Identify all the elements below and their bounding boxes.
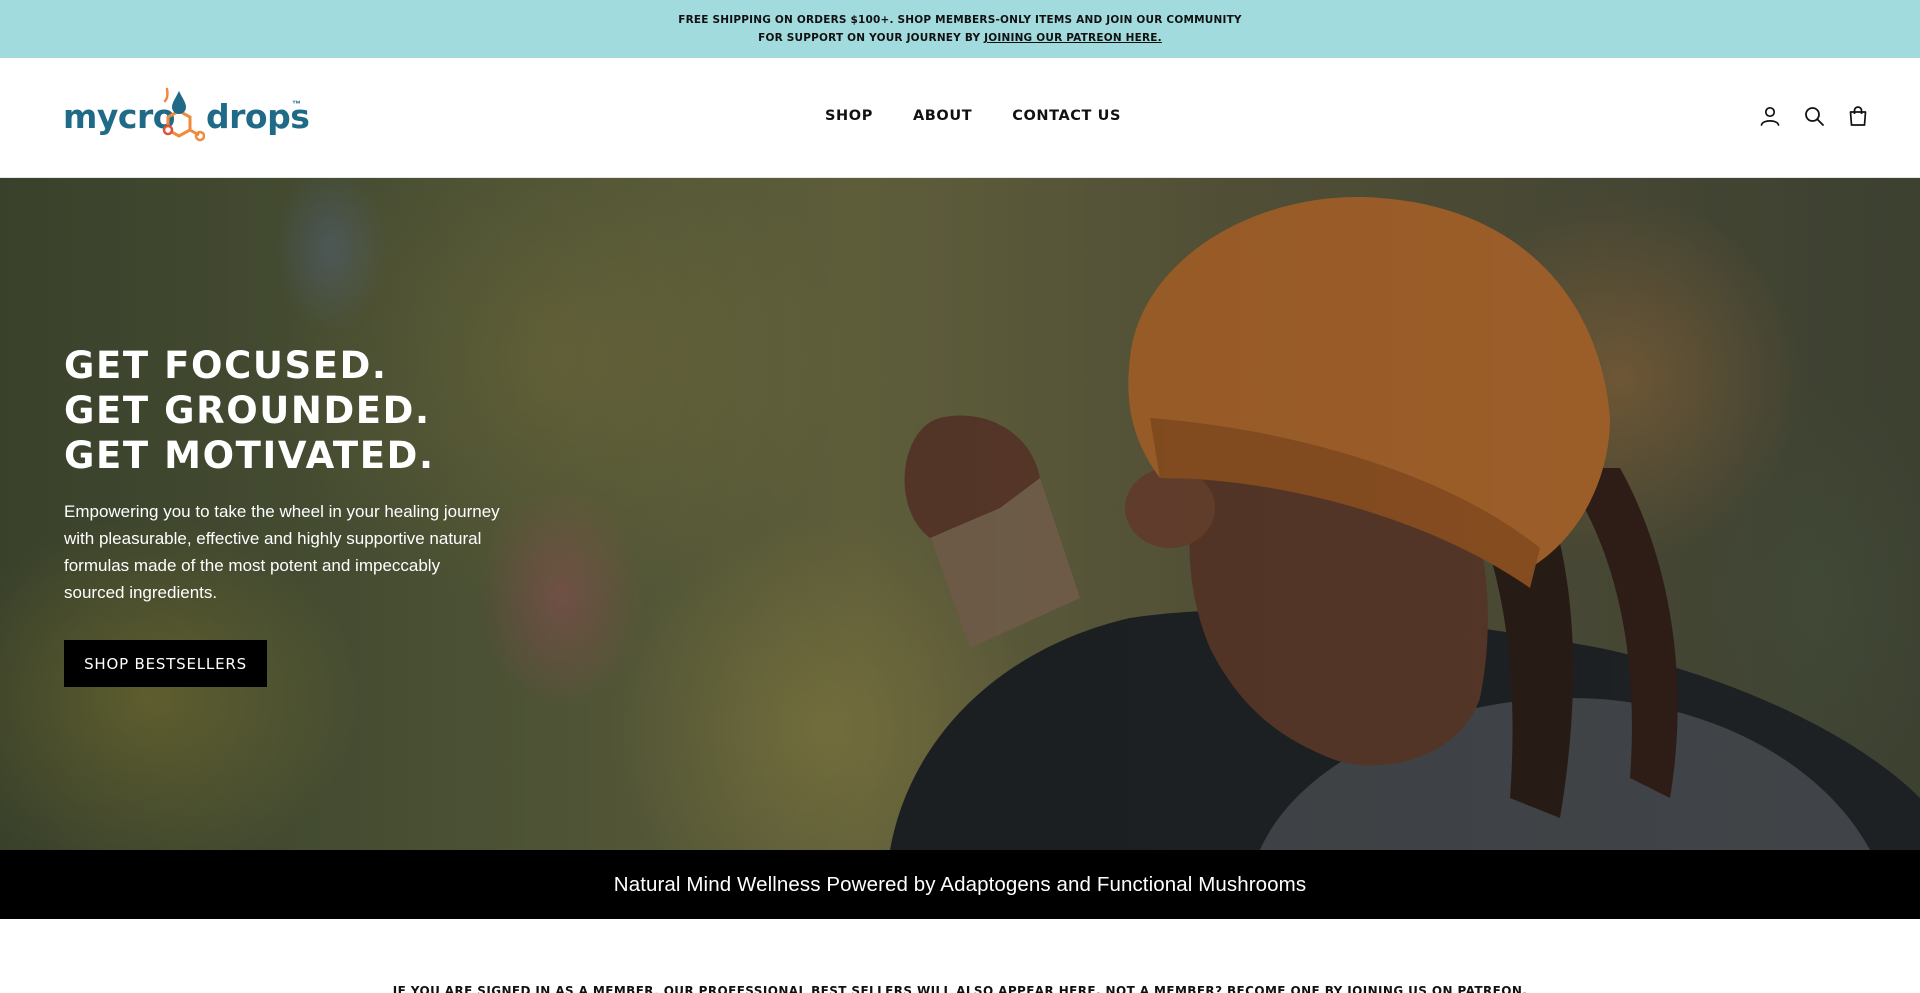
search-icon[interactable] [1802,104,1826,128]
hero-heading-line-2: GET GROUNDED. [64,389,431,432]
nav-item-about[interactable]: ABOUT [913,108,972,124]
tagline-band: Natural Mind Wellness Powered by Adaptog… [0,850,1920,919]
announcement-line-2-prefix: FOR SUPPORT ON YOUR JOURNEY BY [758,32,985,44]
hero-heading-line-1: GET FOCUSED. [64,344,388,387]
shop-bestsellers-button[interactable]: SHOP BESTSELLERS [64,640,267,687]
hero-heading-line-3: GET MOTIVATED. [64,434,435,477]
site-header: mycro drops ™ SHOP ABOUT CONTACT US [0,58,1920,178]
mycro-drops-logo[interactable]: mycro drops ™ [63,85,310,147]
hero-banner: GET FOCUSED. GET GROUNDED. GET MOTIVATED… [0,178,1920,850]
main-nav: SHOP ABOUT CONTACT US [825,108,1121,124]
hero-description: Empowering you to take the wheel in your… [64,502,500,602]
members-note: IF YOU ARE SIGNED IN AS A MEMBER, OUR PR… [392,984,1528,993]
account-icon[interactable] [1758,104,1782,128]
announcement-line-1: FREE SHIPPING ON ORDERS $100+. SHOP MEMB… [678,14,1242,26]
logo-trademark: ™ [292,99,301,109]
header-icons [1758,104,1870,128]
hero-content: GET FOCUSED. GET GROUNDED. GET MOTIVATED… [64,343,584,687]
announcement-bar: FREE SHIPPING ON ORDERS $100+. SHOP MEMB… [0,0,1920,58]
patreon-link[interactable]: JOINING OUR PATREON HERE. [984,32,1162,44]
announcement-line-2: FOR SUPPORT ON YOUR JOURNEY BY JOINING O… [758,29,1162,47]
molecule-drop-icon [162,87,205,142]
hero-heading: GET FOCUSED. GET GROUNDED. GET MOTIVATED… [64,343,584,478]
tagline-text: Natural Mind Wellness Powered by Adaptog… [613,872,1307,896]
nav-item-shop[interactable]: SHOP [825,108,873,124]
nav-item-contact-us[interactable]: CONTACT US [1012,108,1121,124]
cart-icon[interactable] [1846,104,1870,128]
